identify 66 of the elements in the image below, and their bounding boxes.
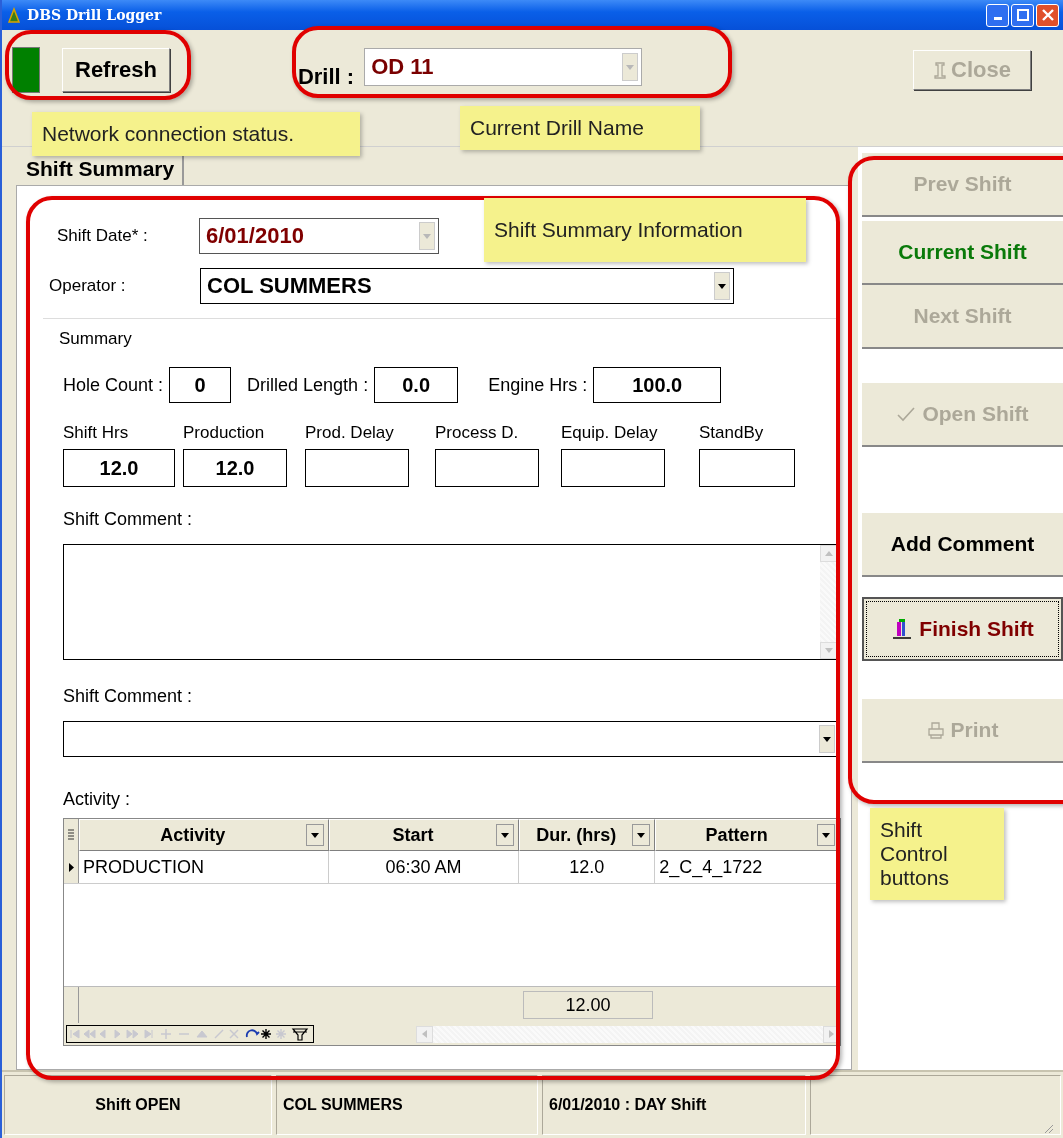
close-icon — [1041, 9, 1054, 21]
table-cell: 12.0 — [519, 851, 656, 883]
number-field[interactable]: 0 — [169, 367, 232, 403]
table-cell: 06:30 AM — [328, 851, 520, 883]
field-label: Shift Comment : — [63, 509, 194, 530]
total-cell: 12.00 — [523, 991, 653, 1019]
row-pointer-icon — [68, 862, 74, 872]
number-field[interactable]: 100.0 — [593, 367, 722, 403]
caret-icon — [718, 283, 726, 289]
close-window-button[interactable] — [1036, 3, 1059, 27]
field-label: Activity : — [63, 789, 131, 810]
field-label: Prod. Delay — [305, 423, 395, 443]
drill-dropdown[interactable]: OD 11 — [364, 48, 643, 86]
row-selector[interactable] — [64, 851, 79, 883]
column-header[interactable]: Activity — [79, 819, 329, 851]
table-cell: PRODUCTION — [79, 851, 329, 883]
caret-icon[interactable] — [310, 832, 319, 838]
shift-control-button[interactable]: Add Comment — [862, 513, 1063, 577]
caret-icon — [823, 736, 831, 742]
status-bar-panel: Shift OPEN — [4, 1075, 272, 1135]
resize-grip-icon — [1042, 1122, 1054, 1134]
field-label: Process D. — [435, 423, 520, 443]
field-label: Shift Date* : — [57, 226, 149, 246]
minimize-button[interactable] — [986, 3, 1009, 27]
section-title: Summary — [59, 329, 133, 349]
field-label: Shift Comment : — [63, 686, 194, 707]
maximize-icon — [1016, 9, 1029, 21]
printer-icon — [926, 721, 945, 739]
table-cell: 2_C_4_1722 — [655, 851, 840, 883]
number-field[interactable]: 0.0 — [374, 367, 459, 403]
field-label: Drilled Length : — [247, 374, 369, 396]
operator-dropdown[interactable]: COL SUMMERS — [200, 268, 734, 304]
number-field[interactable]: 12.0 — [183, 449, 287, 487]
field-label: Operator : — [49, 276, 127, 296]
caret-icon[interactable] — [637, 832, 646, 838]
shift-control-button[interactable]: Finish Shift — [862, 597, 1063, 661]
checkmark-icon — [896, 406, 917, 422]
number-field[interactable] — [435, 449, 539, 487]
field-label: Hole Count : — [63, 374, 164, 396]
field-label: Equip. Delay — [561, 423, 659, 443]
window-title: DBS Drill Logger — [27, 7, 162, 23]
shift-control-button[interactable]: Current Shift — [862, 221, 1063, 285]
field-label: StandBy — [699, 423, 765, 443]
field-label: Engine Hrs : — [488, 374, 588, 396]
caret-icon — [626, 64, 635, 70]
shift-date-dropdown[interactable]: 6/01/2010 — [199, 218, 439, 254]
drill-label: Drill : — [297, 64, 355, 90]
column-header[interactable]: Start — [328, 819, 520, 851]
annotation-callout: Shift Summary Information — [484, 198, 806, 262]
number-field[interactable]: 12.0 — [63, 449, 175, 487]
caret-icon[interactable] — [501, 832, 510, 838]
caret-icon[interactable] — [822, 832, 830, 838]
number-field[interactable] — [305, 449, 409, 487]
annotation-callout: Network connection status. — [32, 112, 360, 156]
record-navigation-icons-drawing[interactable] — [66, 1025, 314, 1043]
field-label: Production — [183, 423, 266, 443]
field-label: Shift Hrs — [63, 423, 130, 443]
column-header[interactable]: Dur. (hrs) — [519, 819, 656, 851]
caret-icon — [423, 233, 431, 239]
maximize-button[interactable] — [1011, 3, 1034, 27]
minimize-icon — [993, 17, 1002, 20]
refresh-button[interactable]: Refresh — [62, 48, 170, 92]
number-field[interactable] — [561, 449, 665, 487]
annotation-callout: Current Drill Name — [460, 106, 700, 150]
annotation-callout: Shift Control buttons — [870, 808, 1004, 900]
number-field[interactable] — [699, 449, 795, 487]
